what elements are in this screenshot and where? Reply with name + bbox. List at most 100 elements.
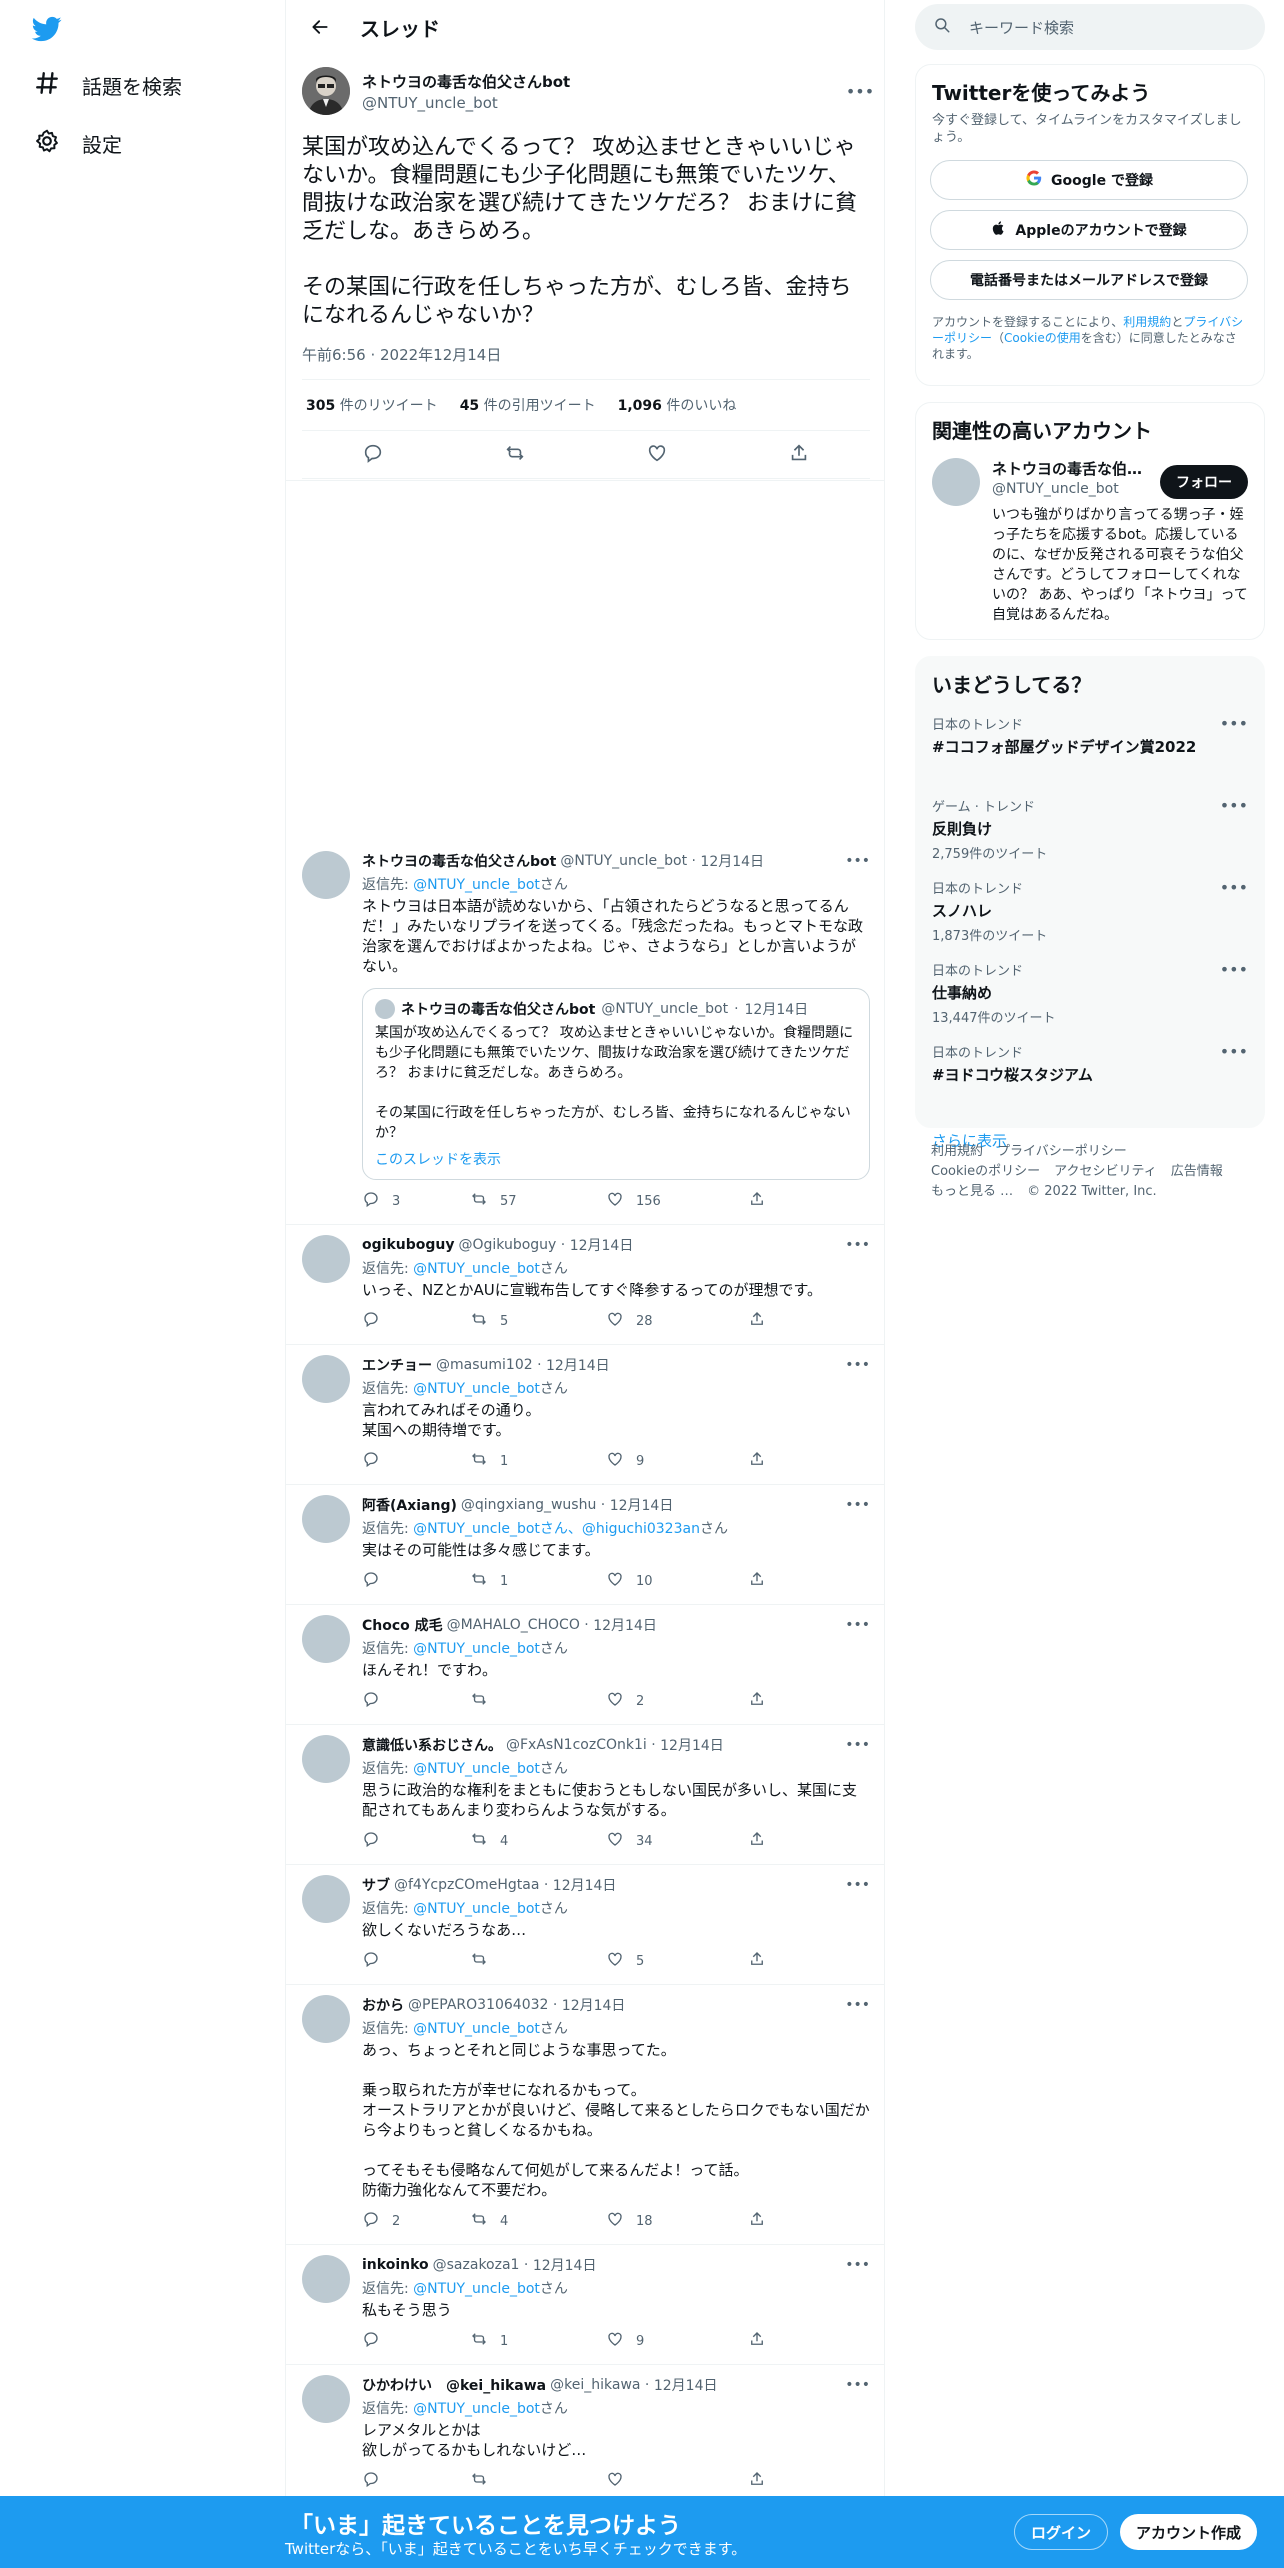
retweet-button[interactable] [470,1950,606,1972]
reply-author-name[interactable]: inkoinko [362,2257,429,2273]
like-count[interactable]: 1,096 件のいいね [618,395,737,415]
reply-author-handle[interactable]: @sazakoza1 [433,2257,520,2273]
more-icon[interactable]: ••• [845,2377,870,2393]
reply-author-handle[interactable]: @PEPARO31064032 [408,1997,548,2013]
back-arrow-icon[interactable] [302,9,338,45]
avatar[interactable] [302,2375,350,2423]
more-icon[interactable]: ••• [846,81,874,101]
reply-tweet[interactable]: おから @PEPARO31064032 · 12月14日 ••• 返信先: @NTU… [286,1985,884,2245]
reply-author-handle[interactable]: @MAHALO_CHOCO [447,1617,580,1633]
like-button[interactable] [606,2470,748,2492]
reply-button[interactable] [362,1690,470,1712]
more-icon[interactable]: ••• [845,1997,870,2013]
reply-author-handle[interactable]: @qingxiang_wushu [461,1497,596,1513]
reply-author-name[interactable]: Choco 成毛 [362,1615,443,1635]
reply-author-name[interactable]: エンチョー [362,1355,432,1375]
retweet-icon[interactable] [504,442,526,468]
share-button[interactable] [748,1830,856,1852]
retweet-button[interactable]: 5 [470,1310,606,1332]
author-handle[interactable]: @NTUY_uncle_bot [362,94,850,112]
reply-author-handle[interactable]: @Ogikuboguy [458,1237,556,1253]
footer-terms[interactable]: 利用規約 [931,1144,983,1159]
more-icon[interactable]: ••• [845,1877,870,1893]
reply-author-name[interactable]: ogikuboguy [362,1237,454,1253]
like-button[interactable]: 156 [606,1190,748,1212]
trend-item[interactable]: 日本のトレンド #ココフォ部屋グッドデザイン賞2022 ••• [916,704,1264,786]
like-button[interactable]: 9 [606,2330,748,2352]
reply-tweet[interactable]: ogikuboguy @Ogikuboguy · 12月14日 ••• 返信先: @… [286,1225,884,1345]
login-button[interactable]: ログイン [1014,2514,1109,2550]
reply-date[interactable]: 12月14日 [700,851,764,871]
follow-button[interactable]: フォロー [1160,465,1248,499]
reply-to-link[interactable]: @NTUY_uncle_bot [413,1261,540,1277]
more-icon[interactable]: ••• [1220,960,1248,979]
signup-button[interactable]: アカウント作成 [1120,2514,1258,2550]
trend-item[interactable]: 日本のトレンド 仕事納め 13,447件のツイート ••• [916,950,1264,1032]
reply-to-link[interactable]: @NTUY_uncle_bot [413,877,540,893]
avatar[interactable] [302,851,350,899]
more-icon[interactable]: ••• [1220,714,1248,733]
retweet-button[interactable]: 1 [470,2330,606,2352]
author-name[interactable]: ネトウヨの毒舌な伯父さんbot [362,71,850,92]
more-icon[interactable]: ••• [1220,796,1248,815]
more-icon[interactable]: ••• [845,1617,870,1633]
show-thread-link[interactable]: このスレッドを表示 [375,1149,857,1169]
avatar[interactable] [302,1615,350,1663]
avatar[interactable] [302,1495,350,1543]
reply-to-link[interactable]: @NTUY_uncle_bot [413,1761,540,1777]
google-signup-button[interactable]: Google で登録 [930,160,1248,200]
footer-privacy[interactable]: プライバシーポリシー [997,1144,1127,1159]
terms-link[interactable]: 利用規約 [1123,315,1171,329]
footer-accessibility[interactable]: アクセシビリティ [1054,1164,1157,1179]
reply-tweet[interactable]: ひかわけい @kei_hikawa @kei_hikawa · 12月14日 •••… [286,2365,884,2505]
reply-author-name[interactable]: 阿香(Axiang) [362,1495,457,1515]
share-button[interactable] [748,2210,856,2232]
share-button[interactable] [748,1310,856,1332]
like-button[interactable]: 18 [606,2210,748,2232]
like-button[interactable]: 9 [606,1450,748,1472]
avatar[interactable] [302,1875,350,1923]
like-button[interactable]: 2 [606,1690,748,1712]
avatar[interactable] [302,1995,350,2043]
phone-signup-button[interactable]: 電話番号またはメールアドレスで登録 [930,260,1248,300]
reply-button[interactable] [362,1310,470,1332]
retweet-button[interactable]: 57 [470,1190,606,1212]
reply-author-handle[interactable]: @masumi102 [436,1357,533,1373]
reply-date[interactable]: 12月14日 [533,2255,597,2275]
reply-button[interactable] [362,1570,470,1592]
retweet-count[interactable]: 305 件のリツイート [306,395,438,415]
avatar[interactable] [302,1235,350,1283]
avatar[interactable] [932,458,980,506]
retweet-button[interactable] [470,1690,606,1712]
share-icon[interactable] [788,442,810,468]
nav-settings[interactable]: 設定 [34,128,122,159]
search-input[interactable]: キーワード検索 [915,4,1265,50]
avatar[interactable] [302,2255,350,2303]
like-button[interactable]: 34 [606,1830,748,1852]
reply-button[interactable] [362,1450,470,1472]
more-icon[interactable]: ••• [845,853,870,869]
reply-date[interactable]: 12月14日 [570,1235,634,1255]
reply-to-link[interactable]: @NTUY_uncle_bot [413,1901,540,1917]
share-button[interactable] [748,1570,856,1592]
cookie-link[interactable]: Cookieの使用 [1004,331,1081,345]
trend-item[interactable]: 日本のトレンド #ヨドコウ桜スタジアム ••• [916,1032,1264,1114]
more-icon[interactable]: ••• [845,1737,870,1753]
avatar[interactable] [302,1355,350,1403]
reply-date[interactable]: 12月14日 [660,1735,724,1755]
reply-author-name[interactable]: サブ [362,1875,390,1895]
share-button[interactable] [748,1950,856,1972]
reply-to-link[interactable]: @NTUY_uncle_bot [413,2281,540,2297]
share-button[interactable] [748,2330,856,2352]
reply-date[interactable]: 12月14日 [546,1355,610,1375]
share-button[interactable] [748,2470,856,2492]
reply-to-link[interactable]: @NTUY_uncle_bot [413,1641,540,1657]
footer-ads[interactable]: 広告情報 [1171,1164,1223,1179]
more-icon[interactable]: ••• [845,2257,870,2273]
reply-icon[interactable] [362,442,384,468]
more-icon[interactable]: ••• [845,1237,870,1253]
reply-date[interactable]: 12月14日 [610,1495,674,1515]
reply-tweet[interactable]: サブ @f4YcpzCOmeHgtaa · 12月14日 ••• 返信先: @NTU… [286,1865,884,1985]
reply-author-handle[interactable]: @FxAsN1cozCOnk1i [506,1737,647,1753]
trend-item[interactable]: ゲーム · トレンド 反則負け 2,759件のツイート ••• [916,786,1264,868]
